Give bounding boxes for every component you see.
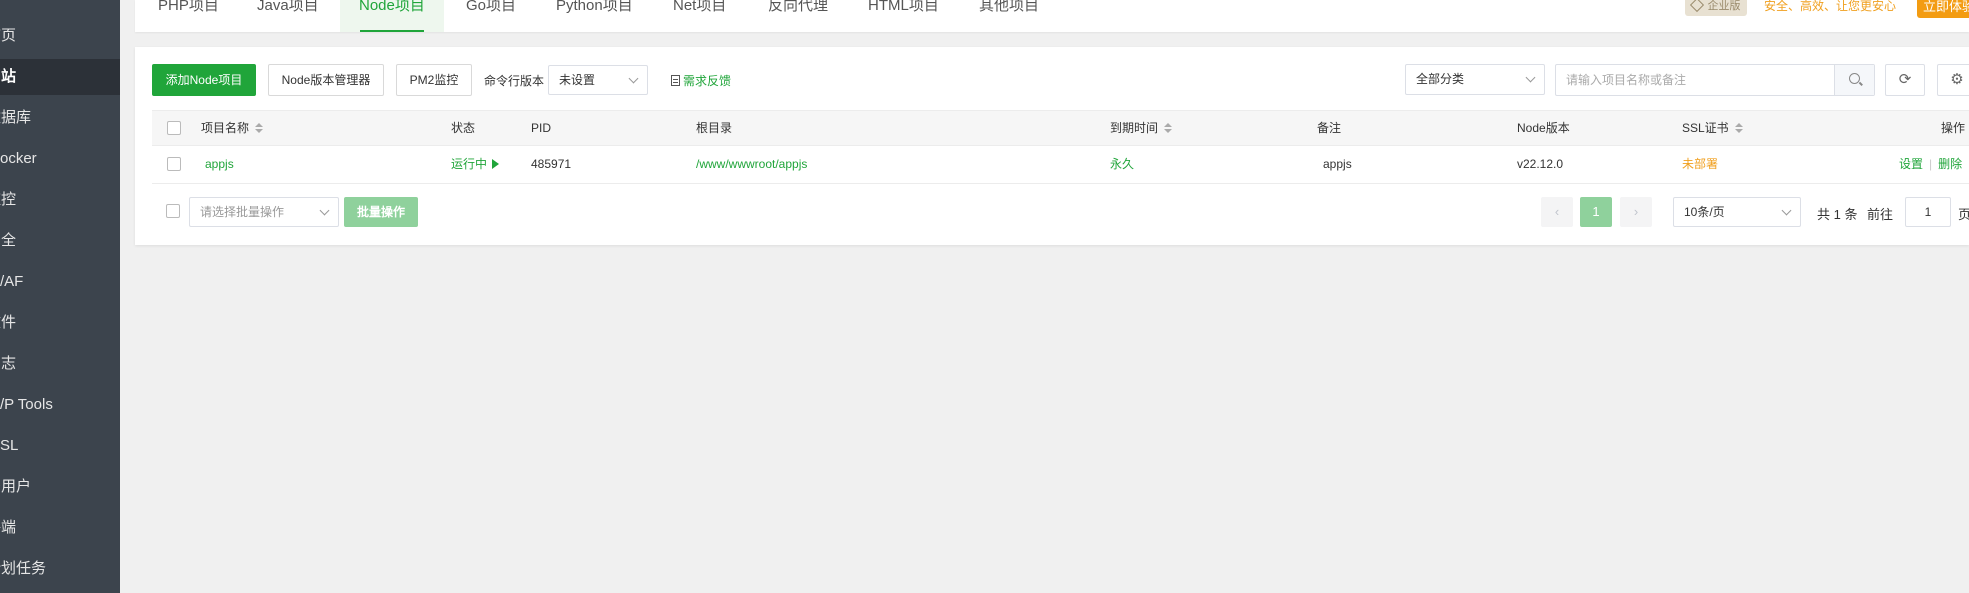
column-header-status: 状态 bbox=[451, 121, 476, 135]
column-header-expire[interactable]: 到期时间 bbox=[1110, 111, 1173, 145]
enterprise-slogan: 安全、高效、让您更安心 bbox=[1764, 0, 1897, 13]
status-running[interactable]: 运行中 bbox=[451, 146, 500, 182]
column-header-ssl[interactable]: SSL证书 bbox=[1682, 111, 1743, 145]
chevron-down-icon bbox=[1525, 72, 1536, 83]
trial-button[interactable]: 立即体验 bbox=[1917, 0, 1969, 18]
refresh-button[interactable]: ⟳ bbox=[1885, 64, 1925, 96]
search-icon bbox=[1849, 73, 1860, 84]
project-name-link[interactable]: appjs bbox=[205, 146, 234, 182]
cli-version-select[interactable]: 未设置 bbox=[548, 65, 648, 95]
document-icon bbox=[671, 75, 680, 86]
add-node-project-button[interactable]: 添加Node项目 bbox=[152, 64, 256, 96]
node-version-value: v22.12.0 bbox=[1517, 157, 1564, 171]
search-box bbox=[1555, 64, 1875, 96]
sidebar-item-logs[interactable]: 日志 bbox=[0, 346, 106, 382]
chevron-down-icon bbox=[628, 73, 639, 84]
sidebar-item-home[interactable]: 首页 bbox=[0, 18, 106, 54]
remark-value[interactable]: appjs bbox=[1323, 146, 1352, 182]
cli-version-label: 命令行版本 bbox=[484, 74, 545, 88]
table-header: 项目名称 状态 PID 根目录 到期时间 备注 Node版本 SSL证书 操作 bbox=[152, 110, 1969, 146]
page-size-select[interactable]: 10条/页 bbox=[1673, 197, 1801, 227]
node-version-manager-button[interactable]: Node版本管理器 bbox=[268, 64, 384, 96]
sidebar-item-database[interactable]: 数据库 bbox=[0, 100, 106, 136]
sidebar-item-files[interactable]: 文件 bbox=[0, 305, 106, 341]
row-checkbox[interactable] bbox=[167, 157, 181, 171]
column-header-pid: PID bbox=[531, 121, 552, 135]
chevron-down-icon bbox=[1781, 205, 1792, 216]
next-page-button[interactable]: › bbox=[1620, 197, 1652, 227]
sidebar-item-waf[interactable]: /AF bbox=[0, 264, 120, 300]
settings-action[interactable]: 设置 bbox=[1899, 157, 1923, 171]
action-separator: | bbox=[1929, 157, 1933, 171]
search-button[interactable] bbox=[1834, 65, 1874, 95]
ssl-status[interactable]: 未部署 bbox=[1682, 146, 1718, 182]
sidebar: 首页 网站 数据库 ocker 监控 安全 /AF 文件 日志 /P Tools… bbox=[0, 0, 120, 593]
select-all-checkbox[interactable] bbox=[167, 121, 181, 135]
root-dir-link[interactable]: /www/wwwroot/appjs bbox=[696, 146, 807, 182]
settings-button[interactable]: ⚙ bbox=[1937, 64, 1969, 96]
sidebar-item-ssl[interactable]: SL bbox=[0, 428, 120, 464]
delete-action[interactable]: 删除 bbox=[1938, 157, 1962, 171]
expire-value[interactable]: 永久 bbox=[1110, 146, 1134, 182]
column-header-node-version: Node版本 bbox=[1517, 121, 1570, 135]
feedback-link[interactable]: 需求反馈 bbox=[671, 72, 731, 89]
table-row: appjs 运行中 485971 /www/wwwroot/appjs 永久 a… bbox=[152, 146, 1969, 184]
sort-icon bbox=[1164, 122, 1173, 135]
column-header-remark: 备注 bbox=[1317, 121, 1342, 135]
pm2-monitor-button[interactable]: PM2监控 bbox=[396, 64, 472, 96]
tab-active-indicator bbox=[360, 30, 424, 32]
column-header-name[interactable]: 项目名称 bbox=[201, 111, 264, 145]
sidebar-item-cron[interactable]: 计划任务 bbox=[0, 551, 106, 587]
total-count: 共 1 条 bbox=[1817, 207, 1858, 222]
search-input[interactable] bbox=[1556, 65, 1834, 95]
sort-icon bbox=[255, 122, 264, 135]
refresh-icon: ⟳ bbox=[1898, 71, 1912, 88]
goto-page-input[interactable]: 1 bbox=[1905, 197, 1951, 227]
column-header-actions: 操作 bbox=[1941, 121, 1966, 135]
gear-icon: ⚙ bbox=[1950, 71, 1964, 88]
chevron-down-icon bbox=[319, 205, 330, 216]
sort-icon bbox=[1734, 122, 1743, 135]
column-header-root: 根目录 bbox=[696, 121, 733, 135]
goto-label: 前往 bbox=[1867, 207, 1894, 222]
batch-operation-select[interactable]: 请选择批量操作 bbox=[189, 197, 339, 227]
row-actions: 设置 | 删除 bbox=[1899, 146, 1962, 182]
page-1-button[interactable]: 1 bbox=[1580, 197, 1612, 227]
tab-node[interactable]: Node项目 bbox=[340, 0, 444, 32]
sidebar-item-docker[interactable]: ocker bbox=[0, 141, 120, 177]
sidebar-item-label: 网站 bbox=[0, 68, 17, 85]
page-suffix: 页 bbox=[1958, 207, 1969, 222]
sidebar-item-ftp[interactable]: 多用户 bbox=[0, 469, 106, 505]
category-select[interactable]: 全部分类 bbox=[1405, 64, 1545, 95]
diamond-icon bbox=[1689, 0, 1704, 13]
pid-value: 485971 bbox=[531, 157, 572, 171]
batch-operation-button[interactable]: 批量操作 bbox=[344, 197, 418, 227]
prev-page-button[interactable]: ‹ bbox=[1541, 197, 1573, 227]
sidebar-item-terminal[interactable]: 终端 bbox=[0, 510, 106, 546]
sidebar-item-website[interactable]: 网站 bbox=[0, 59, 120, 95]
play-icon bbox=[492, 159, 500, 169]
enterprise-badge: 企业版 bbox=[1685, 0, 1747, 16]
sidebar-item-wp-tools[interactable]: /P Tools bbox=[0, 387, 120, 423]
sidebar-item-security[interactable]: 安全 bbox=[0, 223, 106, 259]
footer-select-all-checkbox[interactable] bbox=[166, 204, 180, 218]
sidebar-item-monitor[interactable]: 监控 bbox=[0, 182, 106, 218]
